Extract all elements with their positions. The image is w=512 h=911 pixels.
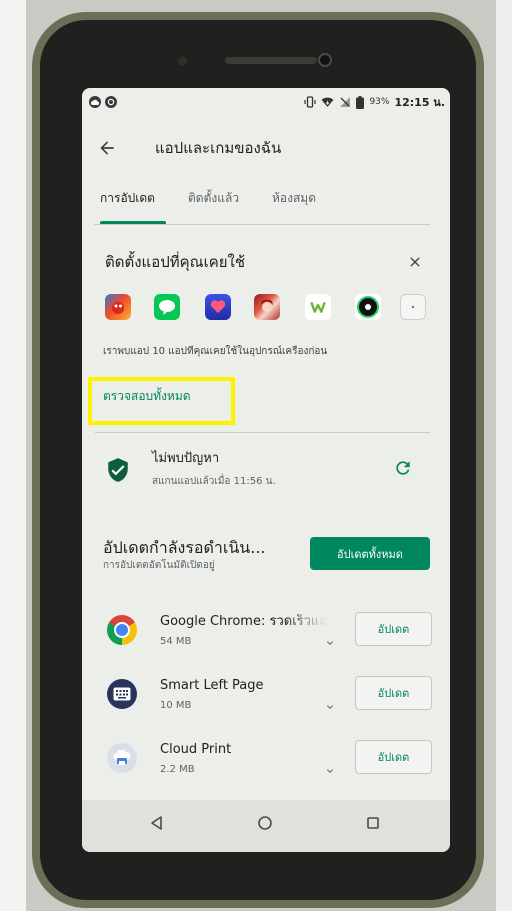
update-all-button[interactable]: อัปเดตทั้งหมด (310, 537, 430, 570)
wifi-icon (321, 96, 334, 108)
update-button[interactable]: อัปเดต (355, 676, 432, 710)
chevron-down-icon[interactable] (324, 698, 336, 710)
selected-tab-indicator (100, 221, 166, 224)
pending-updates-title: อัปเดตกำลังรอดำเนิน... (103, 538, 266, 557)
card-divider (95, 432, 430, 433)
app-size: 2.2 MB (160, 764, 195, 775)
app-size: 10 MB (160, 700, 192, 711)
phone-screen: 93% 12:15 น. แอปและเกมของฉัน การอัปเดต ต… (82, 88, 450, 852)
update-button[interactable]: อัปเดต (355, 612, 432, 646)
cloud-notification-icon (89, 96, 101, 108)
status-indicators: 93% 12:15 น. (304, 95, 445, 109)
system-navigation-bar (82, 800, 450, 852)
tab-updates[interactable]: การอัปเดต (100, 190, 155, 206)
yellow-highlight-box (88, 377, 235, 425)
app-name: Cloud Print (160, 742, 232, 757)
restore-description: เราพบแอป 10 แอปที่คุณเคยใช้ในอุปกรณ์เครื… (103, 346, 328, 357)
nav-home-icon[interactable] (257, 815, 273, 831)
game-app-icon (105, 294, 131, 320)
chat-notification-icon (105, 96, 117, 108)
smart-left-page-icon (107, 679, 137, 709)
refresh-icon[interactable] (393, 458, 413, 478)
shield-check-icon (105, 457, 131, 483)
line-app-icon (154, 294, 180, 320)
protect-status-title: ไม่พบปัญหา (152, 451, 220, 466)
proximity-sensor (178, 57, 187, 66)
auto-update-status: การอัปเดตอัตโนมัติเปิดอยู่ (103, 560, 215, 571)
battery-percent: 93% (369, 97, 390, 107)
photo-background-right (496, 0, 512, 911)
tab-library[interactable]: ห้องสมุด (272, 190, 316, 206)
status-bar: 93% 12:15 น. (82, 88, 450, 116)
update-button[interactable]: อัปเดต (355, 740, 432, 774)
update-row-smart-left-page[interactable]: Smart Left Page 10 MB อัปเดต (82, 672, 450, 722)
protect-scan-time: สแกนแอปแล้วเมื่อ 11:56 น. (152, 476, 276, 487)
restore-card-title: ติดตั้งแอปที่คุณเคยใช้ (105, 253, 246, 271)
chrome-icon-center (114, 622, 130, 638)
clock: 12:15 น. (394, 96, 445, 109)
more-apps-icon (400, 294, 426, 320)
vibrate-icon (304, 96, 317, 108)
app-size: 54 MB (160, 636, 192, 647)
front-camera (318, 53, 332, 67)
ring-app-icon (355, 294, 381, 320)
app-name: Google Chrome: รวดเร็วแล (160, 614, 328, 629)
cloud-print-icon (107, 743, 137, 773)
update-row-cloud-print[interactable]: Cloud Print 2.2 MB อัปเดต (82, 736, 450, 786)
photo-stage: 93% 12:15 น. แอปและเกมของฉัน การอัปเดต ต… (0, 0, 512, 911)
close-icon[interactable] (407, 254, 423, 270)
tabs-divider (94, 224, 430, 225)
chevron-down-icon[interactable] (324, 634, 336, 646)
app-name: Smart Left Page (160, 678, 264, 693)
blue-app-icon (205, 294, 231, 320)
photo-background-left (0, 0, 26, 911)
nav-recents-icon[interactable] (365, 815, 381, 831)
update-row-chrome[interactable]: Google Chrome: รวดเร็วแล 54 MB อัปเดต (82, 608, 450, 658)
chevron-down-icon[interactable] (324, 762, 336, 774)
w-app-icon (305, 294, 331, 320)
tab-installed[interactable]: ติดตั้งแล้ว (188, 190, 239, 206)
no-signal-icon (339, 96, 351, 108)
arrow-back-icon[interactable] (97, 138, 117, 158)
earpiece-speaker (225, 57, 317, 64)
battery-icon (356, 95, 365, 109)
anime-game-app-icon (254, 294, 280, 320)
nav-back-icon[interactable] (149, 815, 165, 831)
chrome-icon (107, 615, 137, 645)
page-title: แอปและเกมของฉัน (155, 139, 282, 157)
